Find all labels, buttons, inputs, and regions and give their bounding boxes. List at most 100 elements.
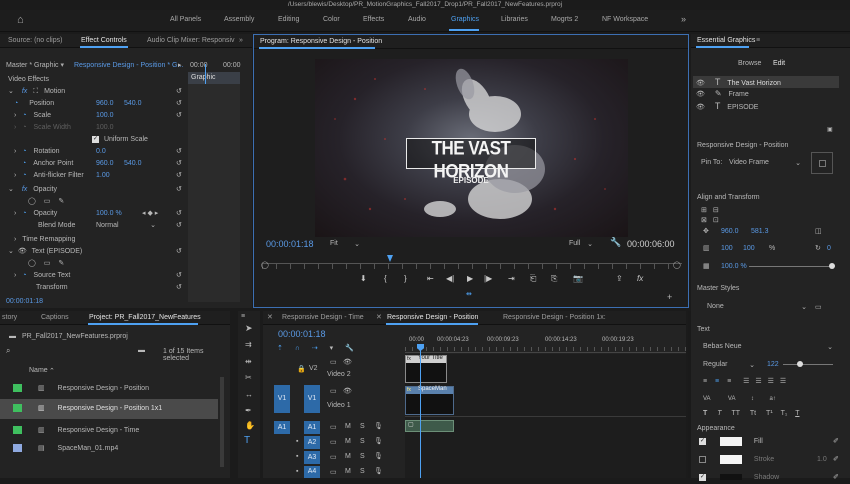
workspace-audio[interactable]: Audio [408, 16, 426, 23]
stopwatch-icon[interactable]: ◔ [22, 160, 26, 167]
add-marker-icon[interactable]: ▾ [330, 345, 334, 352]
reset-icon[interactable]: ↺ [176, 220, 182, 232]
step-back-icon[interactable]: ◀| [446, 274, 454, 283]
slip-tool-icon[interactable]: ↔ [245, 390, 253, 399]
expand-icon[interactable]: › [14, 272, 16, 279]
layer-name[interactable]: Frame [729, 91, 749, 98]
stopwatch-icon[interactable]: ◔ [14, 100, 18, 107]
eye-icon[interactable]: 👁 [343, 387, 352, 395]
eyedropper-icon[interactable]: ✐ [833, 454, 839, 466]
settings-wrench-icon[interactable]: 🔧 [345, 345, 354, 352]
eg-tab-browse[interactable]: Browse [738, 60, 761, 67]
stroke-swatch[interactable] [719, 454, 742, 464]
reset-icon[interactable]: ↺ [176, 110, 182, 122]
panel-menu-icon[interactable]: » [239, 34, 243, 48]
solo-button[interactable]: S [360, 468, 365, 475]
timeline-timecode[interactable]: 00:00:01:18 [278, 329, 326, 339]
superscript-icon[interactable]: T¹ [766, 410, 773, 417]
weight-select[interactable]: Regular ⌄ [703, 361, 755, 369]
ripple-edit-tool-icon[interactable]: ⇹ [245, 357, 252, 366]
type-tool-icon[interactable]: T [244, 435, 250, 446]
align-top-icon[interactable]: ⊠ [701, 217, 707, 224]
nest-icon[interactable]: ⇡ [277, 345, 283, 352]
pen-mask-icon[interactable]: ✎ [58, 198, 64, 205]
new-layer-icon[interactable]: ▣ [827, 126, 833, 133]
small-caps-icon[interactable]: Tt [750, 410, 756, 417]
timeline-ruler[interactable]: 00:00 00:00:04:23 00:00:09:23 00:00:14:2… [405, 335, 686, 353]
workspace-graphics[interactable]: Graphics [451, 16, 479, 23]
voiceover-mic-icon[interactable]: 🎙 [374, 452, 383, 460]
tab-sequence-time[interactable]: Responsive Design - Time [282, 311, 364, 325]
workspace-effects[interactable]: Effects [363, 16, 384, 23]
spaceman-clip[interactable]: fx SpaceMan [405, 386, 454, 415]
program-playhead[interactable] [387, 255, 393, 262]
faux-italic-icon[interactable]: T [717, 410, 721, 417]
toggle-output-icon[interactable]: ▭ [330, 438, 337, 446]
track-label[interactable]: V2 [309, 365, 318, 372]
fx-icon[interactable]: fx [22, 186, 27, 193]
leading-icon[interactable]: ↕ [751, 396, 754, 402]
justify-icon[interactable]: ☰ [743, 378, 749, 385]
position-x[interactable]: 960.0 [96, 98, 114, 110]
tab-close-icon[interactable]: ✕ [376, 311, 382, 325]
pin-edge-widget[interactable] [811, 152, 833, 174]
mute-button[interactable]: M [345, 423, 351, 430]
tab-source[interactable]: Source: (no clips) [8, 34, 62, 48]
layer-name[interactable]: EPISODE [727, 104, 758, 111]
baseline-icon[interactable]: a↑ [769, 396, 775, 402]
stroke-checkbox[interactable] [699, 455, 706, 463]
shadow-swatch[interactable] [719, 474, 742, 481]
expand-icon[interactable]: › [14, 210, 16, 217]
align-left-icon[interactable]: ⊞ [701, 207, 707, 214]
voiceover-mic-icon[interactable]: 🎙 [374, 422, 383, 430]
flicker-value[interactable]: 1.00 [96, 170, 110, 182]
mute-button[interactable]: M [345, 468, 351, 475]
export-frame-icon[interactable]: 📷 [573, 274, 583, 283]
go-to-in-icon[interactable]: ⇤ [427, 274, 434, 283]
mute-button[interactable]: M [345, 453, 351, 460]
toggle-output-icon[interactable]: ▭ [330, 468, 337, 476]
font-size-slider[interactable] [783, 364, 833, 365]
expand-icon[interactable]: › [14, 236, 16, 243]
panel-close-icon[interactable]: ✕ [267, 311, 273, 325]
uniform-scale-checkbox[interactable]: ✓ [92, 135, 99, 143]
panel-menu-icon[interactable]: ≡ [756, 34, 760, 48]
all-caps-icon[interactable]: TT [731, 410, 739, 417]
font-size-slider-thumb[interactable] [797, 361, 803, 367]
subscript-icon[interactable]: T₁ [781, 410, 788, 417]
source-patch-a1[interactable]: A1 [274, 421, 290, 434]
lock-icon[interactable]: ▪ [296, 468, 298, 475]
razor-tool-icon[interactable]: ✂ [245, 373, 252, 382]
pin-select[interactable]: Video Frame ⌄ [729, 159, 801, 167]
fill-swatch[interactable] [719, 436, 742, 446]
justify-all-icon[interactable]: ☰ [780, 378, 786, 385]
extract-icon[interactable]: ⎘ [551, 274, 557, 284]
scale-value[interactable]: 100.0 [96, 110, 114, 122]
reset-icon[interactable]: ↺ [176, 170, 182, 182]
stopwatch-icon[interactable]: ◔ [22, 148, 26, 155]
track-label-v1[interactable]: V1 [304, 385, 320, 413]
align-middle-icon[interactable]: ⊡ [713, 217, 719, 224]
tab-story[interactable]: story [2, 311, 17, 325]
reset-icon[interactable]: ↺ [176, 86, 182, 98]
program-scrubber[interactable] [262, 263, 682, 269]
reset-icon[interactable]: ↺ [176, 146, 182, 158]
opacity-value[interactable]: 100.0 % [96, 208, 122, 220]
solo-button[interactable]: S [360, 423, 365, 430]
expand-icon[interactable]: › [14, 124, 16, 131]
lock-icon[interactable]: ▪ [296, 438, 298, 445]
pen-tool-icon[interactable]: ✒ [245, 406, 252, 415]
lock-icon[interactable]: ▪ [296, 453, 298, 460]
toggle-sync-lock-icon[interactable]: 🔒 [297, 365, 306, 373]
solo-button[interactable]: S [360, 438, 365, 445]
eg-pos-y[interactable]: 581.3 [751, 228, 769, 235]
faux-bold-icon[interactable]: T [703, 410, 707, 417]
eye-icon[interactable]: 👁 [696, 91, 705, 98]
home-icon[interactable]: ⌂ [17, 14, 24, 26]
eye-icon[interactable]: 👁 [696, 104, 705, 111]
ellipse-mask-icon[interactable]: ◯ [28, 260, 36, 267]
solo-button[interactable]: S [360, 453, 365, 460]
step-forward-icon[interactable]: |▶ [484, 274, 492, 283]
eg-pos-x[interactable]: 960.0 [721, 228, 739, 235]
snap-icon[interactable]: ∩ [295, 345, 300, 352]
